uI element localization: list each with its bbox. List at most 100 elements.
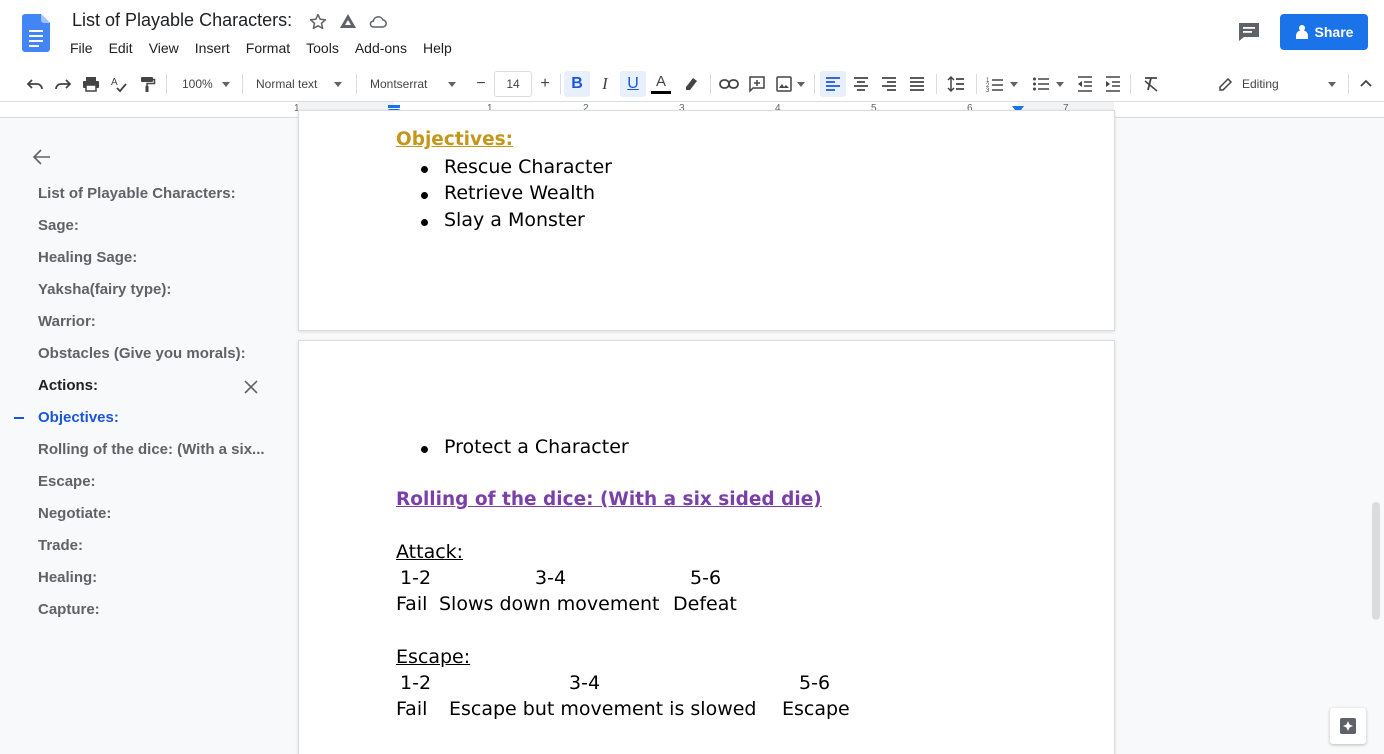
spellcheck-button[interactable]: A xyxy=(106,71,132,97)
menu-file[interactable]: File xyxy=(62,38,101,60)
hide-menus-button[interactable] xyxy=(1354,71,1378,97)
outline-item[interactable]: Trade: xyxy=(38,537,83,554)
outline-item[interactable]: Negotiate: xyxy=(38,505,111,522)
justify-button[interactable] xyxy=(904,71,930,97)
outline-item[interactable]: Sage: xyxy=(38,217,79,234)
toolbar-divider xyxy=(356,74,357,94)
list-item[interactable]: Rescue Character xyxy=(421,156,612,178)
insert-image-button[interactable] xyxy=(772,71,808,97)
editing-mode-value: Editing xyxy=(1242,77,1279,91)
menu-insert[interactable]: Insert xyxy=(187,38,238,60)
decrease-font-size-button[interactable]: − xyxy=(470,71,492,97)
paint-format-button[interactable] xyxy=(134,71,160,97)
increase-indent-icon xyxy=(1106,76,1120,92)
outline-item[interactable]: Escape: xyxy=(38,473,96,490)
align-left-button[interactable] xyxy=(820,71,846,97)
outline-item[interactable]: Capture: xyxy=(38,601,100,618)
underline-button[interactable]: U xyxy=(620,71,646,97)
outline-item[interactable]: Obstacles (Give you morals): xyxy=(38,345,246,362)
move-to-folder-icon[interactable] xyxy=(338,12,358,32)
italic-button[interactable]: I xyxy=(592,71,618,97)
star-icon[interactable] xyxy=(308,12,328,32)
attack-title[interactable]: Attack: xyxy=(396,541,463,563)
clear-formatting-icon xyxy=(1144,77,1158,92)
menu-addons[interactable]: Add-ons xyxy=(347,38,415,60)
share-label: Share xyxy=(1314,24,1354,40)
escape-result[interactable]: Escape but movement is slowed xyxy=(449,698,756,720)
numbered-list-button[interactable]: 123 xyxy=(982,71,1022,97)
menu-view[interactable]: View xyxy=(141,38,187,60)
escape-roll[interactable]: 5-6 xyxy=(799,672,830,694)
underline-icon: U xyxy=(627,75,639,92)
outline-item[interactable]: Warrior: xyxy=(38,313,96,330)
toolbar-divider xyxy=(1348,74,1349,94)
redo-button[interactable] xyxy=(50,71,76,97)
text-color-icon: A xyxy=(655,73,666,90)
chevron-down-icon xyxy=(448,81,456,87)
editing-mode-select[interactable]: Editing xyxy=(1212,71,1342,97)
escape-title[interactable]: Escape: xyxy=(396,646,470,668)
outline-item[interactable]: List of Playable Characters: xyxy=(38,185,236,202)
escape-result[interactable]: Fail xyxy=(396,698,427,720)
escape-result[interactable]: Escape xyxy=(782,698,850,720)
print-button[interactable] xyxy=(78,71,104,97)
menu-tools[interactable]: Tools xyxy=(298,38,347,60)
undo-button[interactable] xyxy=(22,71,48,97)
paint-format-icon xyxy=(141,77,156,92)
attack-result[interactable]: Slows down movement xyxy=(439,593,660,615)
outline-item[interactable]: Actions: xyxy=(38,377,98,394)
bold-button[interactable]: B xyxy=(564,71,590,97)
attack-roll[interactable]: 5-6 xyxy=(690,567,721,589)
share-button[interactable]: Share xyxy=(1280,14,1368,50)
menu-edit[interactable]: Edit xyxy=(101,38,141,60)
outline-item-current[interactable]: Objectives: xyxy=(38,409,119,426)
escape-roll[interactable]: 3-4 xyxy=(569,672,600,694)
cloud-status-icon[interactable] xyxy=(368,12,388,32)
list-item[interactable]: Protect a Character xyxy=(421,436,629,458)
outline-item[interactable]: Healing Sage: xyxy=(38,249,137,266)
chevron-down-icon xyxy=(797,81,805,87)
list-item[interactable]: Slay a Monster xyxy=(421,209,585,231)
line-spacing-button[interactable] xyxy=(942,71,970,97)
attack-roll[interactable]: 3-4 xyxy=(535,567,566,589)
increase-indent-button[interactable] xyxy=(1100,71,1126,97)
attack-roll[interactable]: 1-2 xyxy=(400,567,431,589)
style-select[interactable]: Normal text xyxy=(250,71,348,97)
highlight-button[interactable] xyxy=(678,71,704,97)
text-color-button[interactable]: A xyxy=(648,71,674,97)
align-center-button[interactable] xyxy=(848,71,874,97)
dice-heading[interactable]: Rolling of the dice: (With a six sided d… xyxy=(396,489,822,510)
comment-history-icon[interactable] xyxy=(1236,20,1262,44)
increase-font-size-button[interactable]: + xyxy=(534,71,556,97)
svg-text:3: 3 xyxy=(986,88,990,93)
bulleted-list-button[interactable] xyxy=(1028,71,1068,97)
menu-format[interactable]: Format xyxy=(238,38,298,60)
arrow-back-icon[interactable] xyxy=(32,148,52,166)
font-size-input[interactable]: 14 xyxy=(494,71,532,97)
list-item[interactable]: Retrieve Wealth xyxy=(420,182,595,204)
scrollbar-thumb[interactable] xyxy=(1372,502,1380,620)
menu-help[interactable]: Help xyxy=(415,38,460,60)
document-page[interactable]: Protect a Character Rolling of the dice:… xyxy=(298,340,1115,754)
outline-item[interactable]: Rolling of the dice: (With a six... xyxy=(38,441,265,458)
bold-icon: B xyxy=(571,75,583,92)
docs-logo-icon[interactable] xyxy=(22,14,50,52)
close-icon[interactable] xyxy=(242,378,260,396)
font-select[interactable]: Montserrat xyxy=(364,71,462,97)
objectives-heading[interactable]: Objectives: xyxy=(396,129,513,150)
line-spacing-icon xyxy=(947,75,964,93)
attack-result[interactable]: Defeat xyxy=(673,593,737,615)
align-right-button[interactable] xyxy=(876,71,902,97)
escape-roll[interactable]: 1-2 xyxy=(400,672,431,694)
insert-link-button[interactable] xyxy=(716,71,742,97)
document-page[interactable]: Objectives: Rescue Character Retrieve We… xyxy=(298,110,1115,331)
doc-title[interactable]: List of Playable Characters: xyxy=(72,10,292,31)
clear-formatting-button[interactable] xyxy=(1138,71,1164,97)
attack-result[interactable]: Fail xyxy=(396,593,427,615)
explore-button[interactable] xyxy=(1330,708,1366,744)
outline-item[interactable]: Healing: xyxy=(38,569,97,586)
zoom-select[interactable]: 100% xyxy=(176,71,236,97)
insert-comment-button[interactable] xyxy=(744,71,770,97)
outline-item[interactable]: Yaksha(fairy type): xyxy=(38,281,171,298)
decrease-indent-button[interactable] xyxy=(1072,71,1098,97)
